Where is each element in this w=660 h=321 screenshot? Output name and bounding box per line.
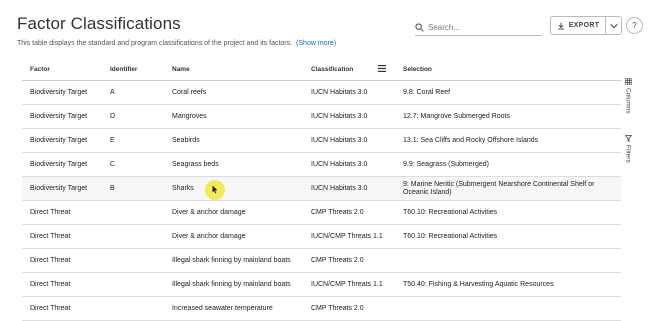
help-button[interactable]: ? (626, 17, 643, 34)
cell-classification: IUCN Habitats 3.0 (311, 89, 368, 96)
cell-name: Illegal shark finning by mainland boats (172, 281, 291, 288)
column-header-selection[interactable]: Selection (403, 66, 432, 73)
cell-classification: CMP Threats 2.0 (311, 305, 364, 312)
cell-classification: IUCN Habitats 3.0 (311, 161, 368, 168)
cell-name: Seabirds (172, 137, 200, 144)
cell-identifier: D (110, 113, 116, 120)
cell-name: Seagrass beds (172, 161, 219, 168)
cell-factor: Biodiversity Target (30, 185, 88, 192)
cell-factor: Biodiversity Target (30, 89, 88, 96)
column-header-factor[interactable]: Factor (30, 66, 50, 73)
table-row[interactable]: Biodiversity Target E Seabirds IUCN Habitat… (22, 129, 621, 153)
export-label: EXPORT (568, 22, 600, 29)
table-row[interactable]: Direct Threat Illegal shark finning by ma… (22, 273, 621, 297)
cell-classification: IUCN Habitats 3.0 (311, 185, 368, 192)
chevron-down-icon (609, 23, 618, 28)
cell-name: Diver & anchor damage (172, 209, 246, 216)
cell-selection (403, 297, 618, 321)
menu-icon[interactable] (378, 65, 386, 72)
cell-selection (403, 249, 618, 273)
cell-identifier: C (110, 161, 116, 168)
column-header-classification[interactable]: Classification (311, 66, 353, 73)
cell-name: Illegal shark finning by mainland boats (172, 257, 291, 264)
cell-selection: 9.8: Coral Reef (403, 89, 451, 96)
table-row[interactable]: Biodiversity Target B Sharks IUCN Habitats … (22, 177, 621, 201)
cell-classification: CMP Threats 2.0 (311, 209, 364, 216)
cell-name: Diver & anchor damage (172, 233, 246, 240)
cell-identifier (110, 225, 165, 249)
table-header: Factor Identifier Name Classification Se… (22, 59, 621, 81)
cell-identifier: B (110, 185, 115, 192)
column-header-identifier[interactable]: Identifier (110, 66, 137, 73)
cell-classification: IUCN Habitats 3.0 (311, 113, 368, 120)
cell-identifier: E (110, 137, 115, 144)
cell-name: Increased seawater temperature (172, 305, 273, 312)
cursor-icon (212, 185, 218, 194)
cell-factor: Biodiversity Target (30, 113, 88, 120)
cell-selection: 9.9: Seagrass (Submerged) (403, 161, 489, 168)
cell-factor: Direct Threat (30, 209, 71, 216)
factor-classifications-table: Factor Identifier Name Classification Se… (22, 59, 621, 321)
search-icon (415, 23, 424, 32)
cell-factor: Biodiversity Target (30, 137, 88, 144)
download-icon (557, 22, 564, 30)
page-title: Factor Classifications (17, 14, 181, 33)
cell-identifier (110, 249, 165, 273)
cell-identifier (110, 273, 165, 297)
cell-factor: Direct Threat (30, 257, 71, 264)
cell-name: Sharks (172, 185, 194, 192)
page-description: This table displays the standard and pro… (17, 40, 336, 47)
table-row[interactable]: Biodiversity Target C Seagrass beds IUCN Ha… (22, 153, 621, 177)
description-text: This table displays the standard and pro… (17, 40, 293, 47)
search-box[interactable] (415, 20, 542, 36)
cell-identifier (110, 201, 165, 225)
cell-selection: T50.40: Fishing & Harvesting Aquatic Res… (403, 281, 554, 288)
cursor-highlight (205, 180, 225, 200)
filter-icon (624, 135, 632, 142)
table-row[interactable]: Biodiversity Target D Mangroves IUCN Habita… (22, 105, 621, 129)
table-row[interactable]: Biodiversity Target A Coral reefs IUCN Habi… (22, 81, 621, 105)
cell-selection: 9: Marine Neritic (Submergent Nearshore … (403, 181, 595, 196)
columns-tab[interactable]: Columns (621, 78, 635, 114)
cell-identifier (110, 297, 165, 321)
cell-classification: CMP Threats 2.0 (311, 257, 364, 264)
filters-label: Filters (624, 145, 632, 163)
cell-classification: IUCN/CMP Threats 1.1 (311, 233, 383, 240)
cell-classification: IUCN Habitats 3.0 (311, 137, 368, 144)
cell-identifier: A (110, 89, 115, 96)
cell-factor: Direct Threat (30, 281, 71, 288)
cell-selection: T60.10: Recreational Activities (403, 233, 498, 240)
export-dropdown-button[interactable] (605, 16, 622, 35)
cell-name: Mangroves (172, 113, 207, 120)
cell-selection: T60.10: Recreational Activities (403, 209, 498, 216)
cell-selection: 13.1: Sea Cliffs and Rocky Offshore Isla… (403, 137, 539, 144)
search-input[interactable] (428, 23, 538, 32)
cell-factor: Biodiversity Target (30, 161, 88, 168)
table-row[interactable]: Direct Threat Increased seawater temperat… (22, 297, 621, 321)
grid-icon (624, 78, 632, 85)
show-more-link[interactable]: (Show more) (296, 40, 336, 47)
column-header-name[interactable]: Name (172, 66, 190, 73)
cell-factor: Direct Threat (30, 305, 71, 312)
cell-selection: 12.7: Mangrove Submerged Roots (403, 113, 511, 120)
export-button[interactable]: EXPORT (550, 16, 606, 35)
table-body: Biodiversity Target A Coral reefs IUCN Habi… (22, 81, 621, 321)
table-row[interactable]: Direct Threat Diver & anchor damage IUCN/C… (22, 225, 621, 249)
columns-label: Columns (624, 88, 632, 114)
filters-tab[interactable]: Filters (621, 135, 635, 163)
cell-factor: Direct Threat (30, 233, 71, 240)
table-row[interactable]: Direct Threat Diver & anchor damage CMP Th… (22, 201, 621, 225)
cell-name: Coral reefs (172, 89, 207, 96)
table-row[interactable]: Direct Threat Illegal shark finning by ma… (22, 249, 621, 273)
cell-classification: IUCN/CMP Threats 1.1 (311, 281, 383, 288)
